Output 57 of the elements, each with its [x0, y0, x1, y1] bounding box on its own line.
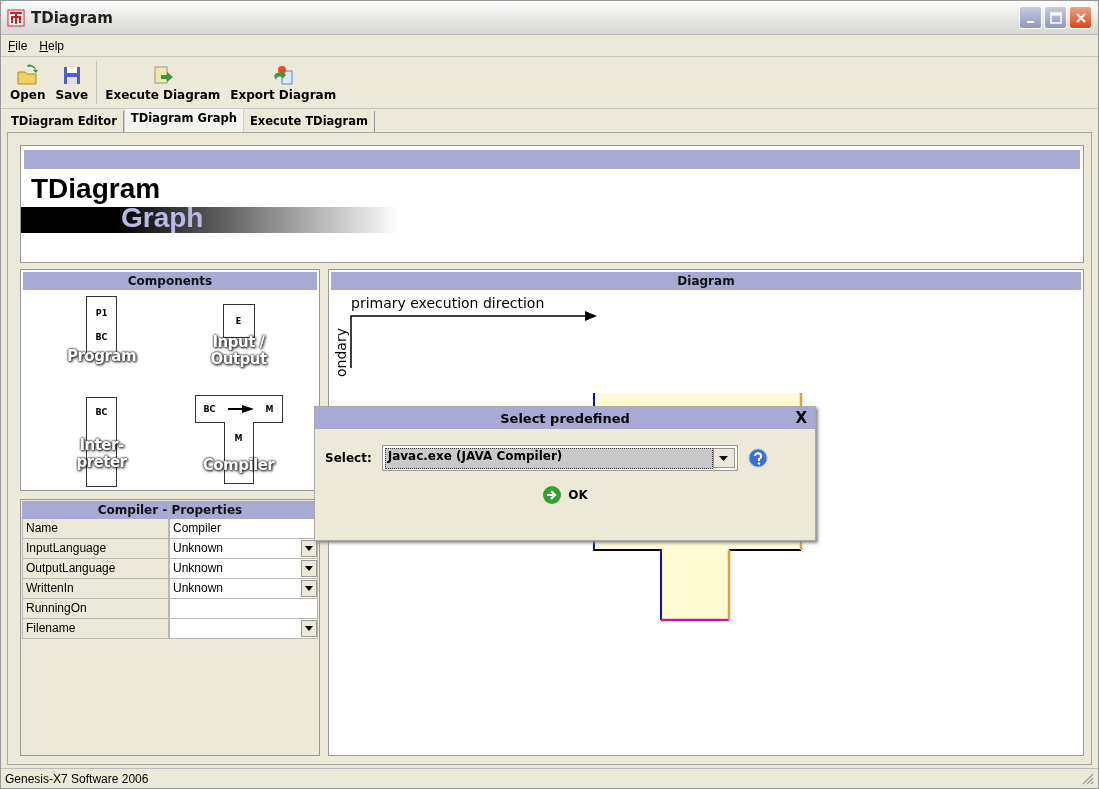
toolbar-button[interactable]: Execute Diagram [100, 57, 226, 108]
menu-item[interactable]: File [8, 38, 28, 53]
window-title: TDiagram [31, 8, 113, 27]
toolbar-button[interactable]: Export Diagram [225, 57, 342, 108]
component-text: BC [95, 408, 108, 417]
property-name: Name [22, 519, 169, 539]
tab[interactable]: TDiagram Graph [123, 108, 244, 132]
toolbar-button[interactable]: Open [5, 57, 51, 108]
help-icon [747, 448, 768, 468]
dropdown-arrow-icon [305, 586, 313, 591]
component-text: BC [95, 332, 108, 342]
app-icon [7, 8, 25, 27]
minimize-icon [1027, 20, 1034, 23]
logo-subtitle: Graph [121, 203, 205, 233]
toolbar-button[interactable]: Save [50, 57, 94, 108]
open-folder-icon [15, 63, 40, 86]
property-dropdown[interactable]: Unknown [169, 539, 318, 559]
minimize-button[interactable] [1019, 6, 1042, 29]
property-dropdown[interactable] [169, 619, 318, 639]
property-name: InputLanguage [22, 539, 169, 559]
panel-title: Components [23, 272, 317, 290]
select-dropdown[interactable]: Javac.exe (JAVA Compiler) [381, 445, 738, 471]
property-name: RunningOn [22, 599, 169, 619]
axis-label: ondary [333, 328, 349, 377]
property-dropdown[interactable]: Unknown [169, 559, 318, 579]
export-pages-icon [271, 63, 296, 86]
property-name: Filename [22, 619, 169, 639]
arrow-icon [227, 405, 254, 413]
dropdown-arrow-icon [305, 626, 313, 631]
ok-button[interactable]: OK [540, 483, 590, 507]
close-icon [1074, 11, 1087, 24]
property-field[interactable] [169, 599, 318, 619]
maximize-button[interactable] [1044, 6, 1067, 29]
component-text: M [265, 404, 274, 414]
component-text: P1 [95, 308, 108, 318]
resize-grip-icon [1082, 772, 1094, 785]
dropdown-arrow-icon [305, 546, 313, 551]
dialog-title: Select predefined [500, 410, 630, 426]
component-item[interactable]: E Input / Output [170, 296, 307, 391]
dropdown-arrow-icon [719, 455, 729, 461]
property-name: WrittenIn [22, 579, 169, 599]
component-text: E [235, 316, 242, 326]
maximize-icon [1049, 11, 1062, 24]
panel-title: Diagram [331, 272, 1081, 290]
property-dropdown[interactable]: Unknown [169, 579, 318, 599]
axis-label: primary execution direction [351, 295, 545, 311]
component-text: BC [203, 404, 216, 414]
close-button[interactable]: X [795, 409, 807, 427]
status-text: Genesis-X7 Software 2006 [5, 771, 149, 786]
close-button[interactable] [1069, 6, 1092, 29]
field-label: Select: [325, 451, 372, 465]
property-name: OutputLanguage [22, 559, 169, 579]
logo-title: TDiagram [31, 175, 162, 203]
menu-item[interactable]: Help [39, 38, 65, 53]
dropdown-arrow-icon [305, 566, 313, 571]
component-item[interactable]: P1 BC Program [33, 296, 170, 391]
component-label: Program [65, 348, 139, 365]
